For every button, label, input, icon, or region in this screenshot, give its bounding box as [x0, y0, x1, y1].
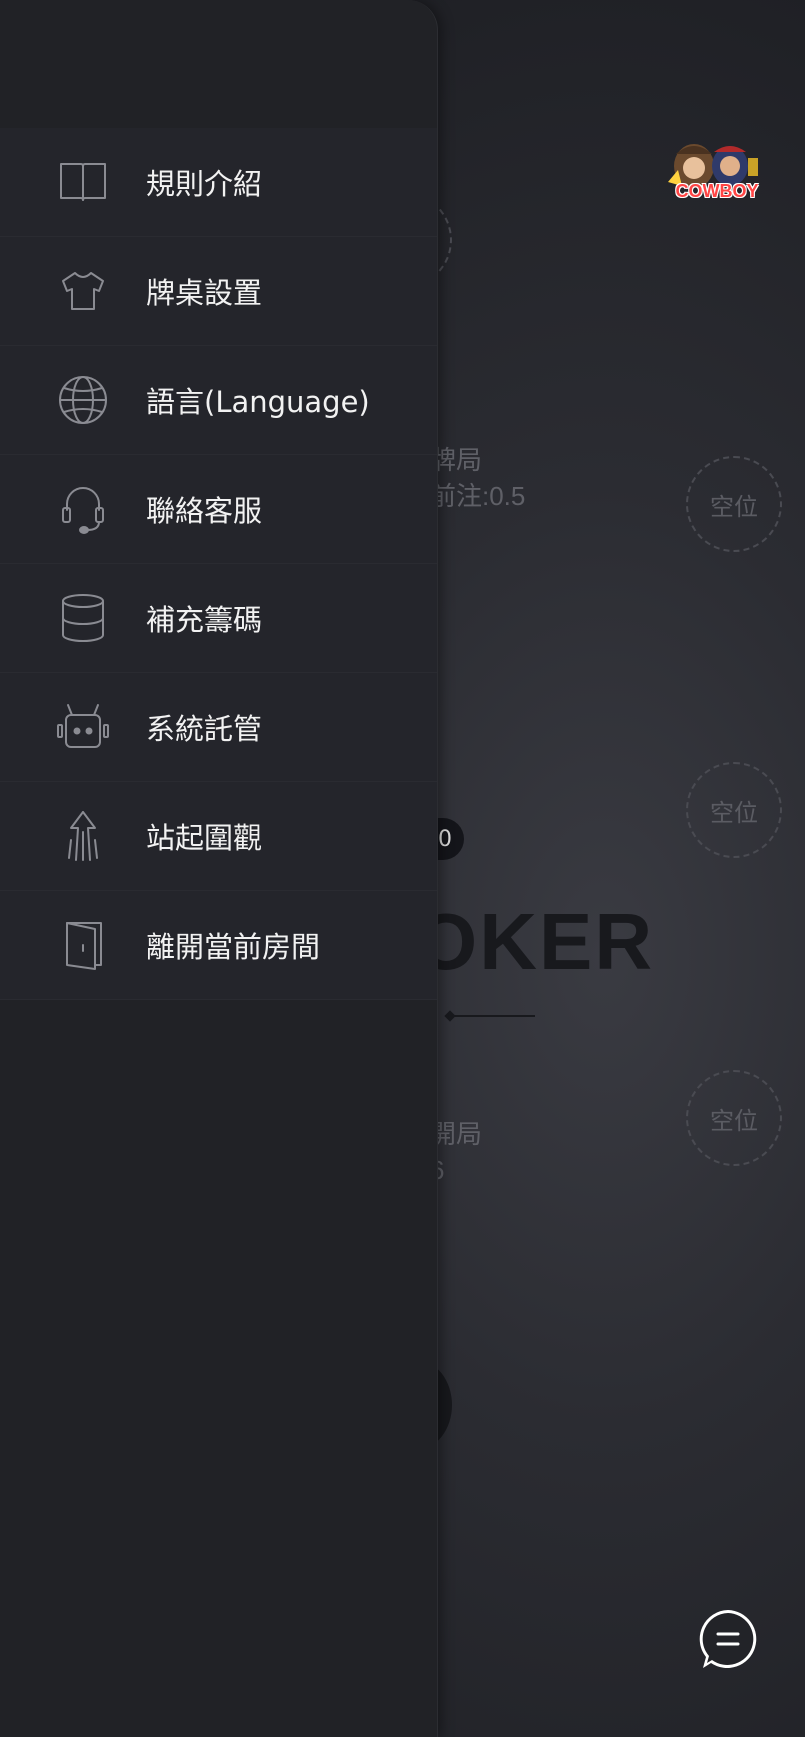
database-icon — [56, 591, 110, 645]
chat-button[interactable] — [697, 1608, 759, 1670]
menu-item-rules[interactable]: 規則介紹 — [0, 128, 437, 237]
menu-item-label: 聯絡客服 — [146, 494, 263, 528]
table-info-top: 牌局 前注:0.5 — [430, 442, 525, 514]
drawer-menu: 規則介紹 牌桌設置 語言(Language) 聯絡客服 補充籌碼 系統託管 站起… — [0, 128, 437, 1000]
door-exit-icon — [56, 918, 110, 972]
menu-item-stand-up[interactable]: 站起圍觀 — [0, 782, 437, 891]
menu-item-label: 牌桌設置 — [146, 276, 263, 310]
cowboy-logo[interactable]: COWBOY — [664, 136, 770, 206]
globe-icon — [56, 373, 110, 427]
empty-seat-1[interactable]: 空位 — [686, 456, 782, 552]
menu-item-customer-service[interactable]: 聯絡客服 — [0, 455, 437, 564]
empty-seat-3[interactable]: 空位 — [686, 1070, 782, 1166]
pot-pill-value: 0 — [438, 826, 452, 852]
cowboy-logo-text: COWBOY — [675, 181, 759, 201]
chat-bubble-icon — [699, 1610, 757, 1668]
empty-seat-label: 空位 — [710, 798, 758, 827]
menu-item-auto-play[interactable]: 系統託管 — [0, 673, 437, 782]
stand-up-arrow-icon — [56, 809, 110, 863]
menu-item-label: 站起圍觀 — [146, 821, 263, 855]
menu-item-label: 規則介紹 — [146, 167, 263, 201]
empty-seat-label: 空位 — [710, 1106, 758, 1135]
menu-item-label: 離開當前房間 — [146, 930, 321, 964]
empty-seat-label: 空位 — [710, 492, 758, 521]
brand-underline-dot — [444, 1010, 456, 1022]
table-info-top-line-1: 牌局 — [430, 445, 483, 475]
table-info-top-line-2: 前注:0.5 — [430, 481, 526, 511]
book-icon — [56, 155, 110, 209]
menu-item-label: 系統託管 — [146, 712, 263, 746]
menu-item-label: 語言(Language) — [146, 385, 370, 419]
menu-item-table-settings[interactable]: 牌桌設置 — [0, 237, 437, 346]
menu-item-leave-room[interactable]: 離開當前房間 — [0, 891, 437, 1000]
empty-seat-2[interactable]: 空位 — [686, 762, 782, 858]
menu-item-language[interactable]: 語言(Language) — [0, 346, 437, 455]
robot-icon — [56, 700, 110, 754]
side-drawer: 規則介紹 牌桌設置 語言(Language) 聯絡客服 補充籌碼 系統託管 站起… — [0, 0, 438, 1737]
headset-icon — [56, 482, 110, 536]
menu-item-label: 補充籌碼 — [146, 603, 263, 637]
table-brand-text: OKER — [415, 897, 655, 986]
brand-underline — [450, 1015, 535, 1017]
shirt-icon — [56, 264, 110, 318]
menu-item-add-chips[interactable]: 補充籌碼 — [0, 564, 437, 673]
